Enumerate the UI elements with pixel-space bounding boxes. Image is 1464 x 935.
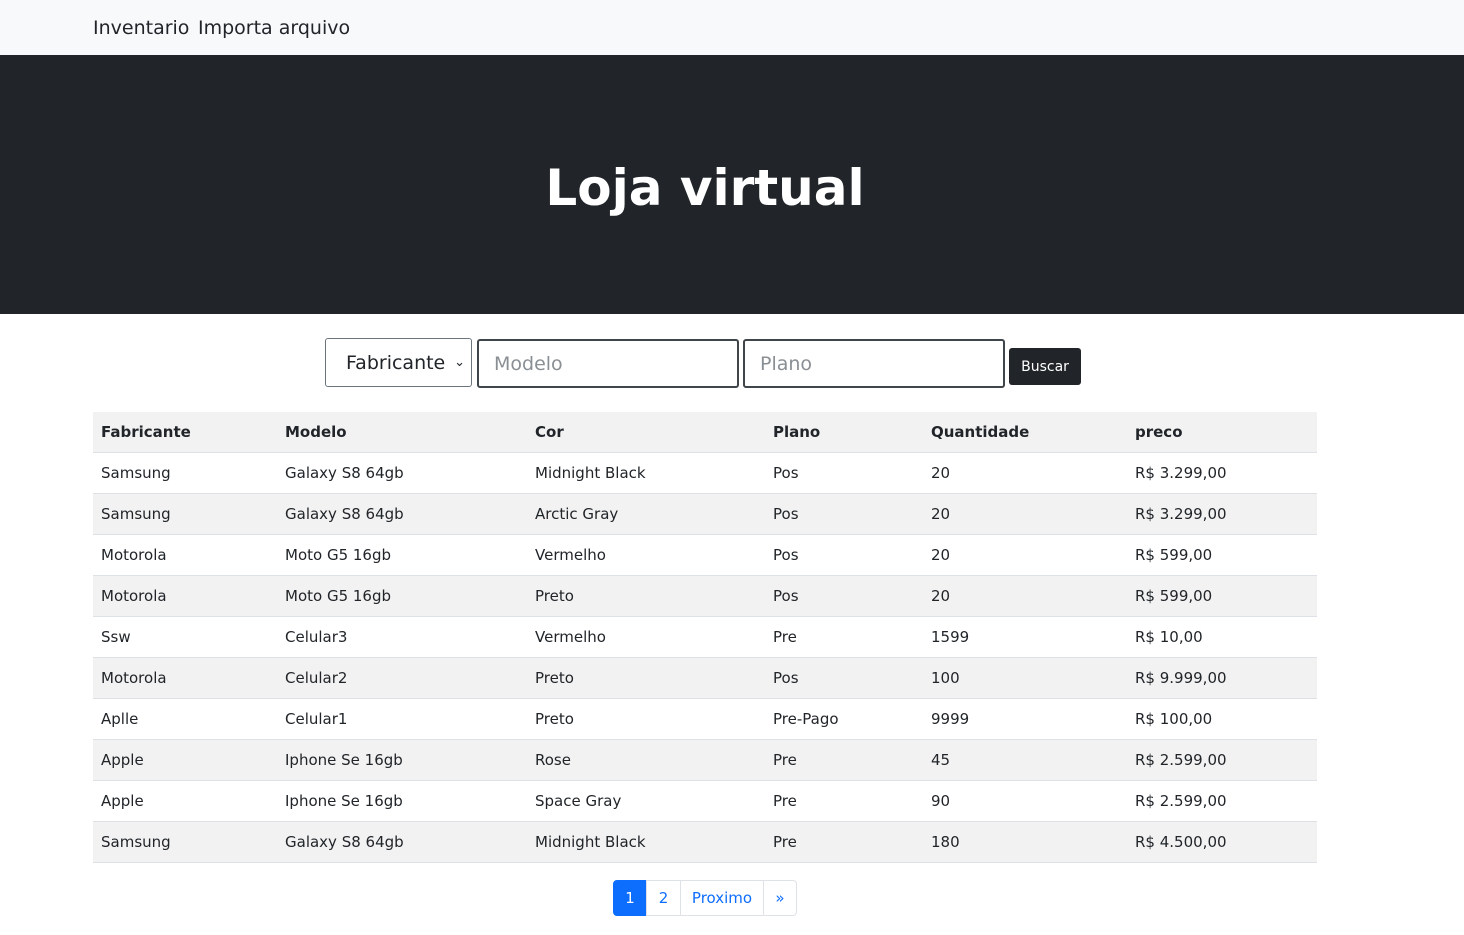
last-page-link[interactable]: »: [763, 880, 797, 916]
table-cell: Apple: [93, 739, 277, 781]
table-cell: R$ 2.599,00: [1127, 780, 1317, 822]
table-cell: Iphone Se 16gb: [277, 780, 527, 822]
table-cell: R$ 9.999,00: [1127, 657, 1317, 699]
table-cell: Motorola: [93, 534, 277, 576]
table-cell: R$ 10,00: [1127, 616, 1317, 658]
inventory-table: Fabricante Modelo Cor Plano Quantidade preco …: [93, 412, 1317, 863]
table-cell: R$ 4.500,00: [1127, 821, 1317, 863]
column-header: Quantidade: [923, 412, 1127, 453]
plano-input[interactable]: [743, 339, 1005, 388]
table-cell: 1599: [923, 616, 1127, 658]
table-cell: 180: [923, 821, 1127, 863]
table-cell: Celular2: [277, 657, 527, 699]
table-row: Ssw Celular3 Vermelho Pre 1599 R$ 10,00: [93, 616, 1317, 658]
table-cell: 45: [923, 739, 1127, 781]
table-cell: Galaxy S8 64gb: [277, 452, 527, 494]
table-cell: Celular3: [277, 616, 527, 658]
nav-link-inventario[interactable]: Inventario: [93, 15, 189, 41]
table-cell: Pos: [765, 534, 923, 576]
table-cell: Midnight Black: [527, 821, 765, 863]
table-cell: Space Gray: [527, 780, 765, 822]
table-cell: Pos: [765, 452, 923, 494]
page-1-link[interactable]: 1: [613, 880, 647, 916]
table-header-row: Fabricante Modelo Cor Plano Quantidade preco: [93, 412, 1317, 453]
table-cell: Moto G5 16gb: [277, 575, 527, 617]
column-header: Fabricante: [93, 412, 277, 453]
table-cell: Pre: [765, 739, 923, 781]
table-cell: 20: [923, 493, 1127, 535]
table-cell: Celular1: [277, 698, 527, 740]
table-cell: 20: [923, 452, 1127, 494]
table-cell: Preto: [527, 575, 765, 617]
table-cell: Pre-Pago: [765, 698, 923, 740]
table-row: Samsung Galaxy S8 64gb Arctic Gray Pos 20 R$ …: [93, 493, 1317, 535]
table-cell: Pre: [765, 780, 923, 822]
pagination: 1 2 Proximo »: [613, 880, 797, 916]
table-cell: 20: [923, 575, 1127, 617]
table-cell: Pre: [765, 821, 923, 863]
table-cell: Apple: [93, 780, 277, 822]
table-cell: R$ 599,00: [1127, 575, 1317, 617]
nav-link-importa-arquivo[interactable]: Importa arquivo: [198, 15, 350, 41]
table-row: Samsung Galaxy S8 64gb Midnight Black Pos 20…: [93, 452, 1317, 494]
column-header: Cor: [527, 412, 765, 453]
table-cell: 90: [923, 780, 1127, 822]
table-cell: 9999: [923, 698, 1127, 740]
table-cell: 100: [923, 657, 1127, 699]
table-cell: Preto: [527, 657, 765, 699]
table-row: Samsung Galaxy S8 64gb Midnight Black Pre 18…: [93, 821, 1317, 863]
table-cell: Moto G5 16gb: [277, 534, 527, 576]
table-cell: Vermelho: [527, 616, 765, 658]
table-cell: Samsung: [93, 821, 277, 863]
table-cell: Pos: [765, 575, 923, 617]
table-cell: Midnight Black: [527, 452, 765, 494]
table-cell: Rose: [527, 739, 765, 781]
table-row: Motorola Moto G5 16gb Vermelho Pos 20 R$ 599,…: [93, 534, 1317, 576]
buscar-button[interactable]: Buscar: [1009, 348, 1081, 385]
table-cell: Samsung: [93, 452, 277, 494]
table-cell: R$ 3.299,00: [1127, 493, 1317, 535]
table-cell: R$ 2.599,00: [1127, 739, 1317, 781]
table-cell: R$ 599,00: [1127, 534, 1317, 576]
table-cell: Samsung: [93, 493, 277, 535]
table-cell: Galaxy S8 64gb: [277, 821, 527, 863]
table-cell: Galaxy S8 64gb: [277, 493, 527, 535]
fabricante-select-value: Fabricante: [346, 352, 446, 374]
table-cell: Preto: [527, 698, 765, 740]
table-cell: Pre: [765, 616, 923, 658]
table-cell: Pos: [765, 493, 923, 535]
modelo-input[interactable]: [477, 339, 739, 388]
next-page-link[interactable]: Proximo: [680, 880, 764, 916]
table-cell: R$ 3.299,00: [1127, 452, 1317, 494]
table-row: Apple Iphone Se 16gb Rose Pre 45 R$ 2.599,00: [93, 739, 1317, 781]
search-form: Fabricante ⌄ Buscar: [0, 338, 1464, 388]
table-cell: Pos: [765, 657, 923, 699]
table-cell: Ssw: [93, 616, 277, 658]
table-row: Apple Iphone Se 16gb Space Gray Pre 90 R$ 2.5…: [93, 780, 1317, 822]
navbar: Inventario Importa arquivo: [0, 0, 1464, 55]
table-body: Samsung Galaxy S8 64gb Midnight Black Pos 20…: [93, 452, 1317, 863]
page-title: Loja virtual: [545, 159, 865, 217]
column-header: Plano: [765, 412, 923, 453]
table-row: Motorola Moto G5 16gb Preto Pos 20 R$ 599,00: [93, 575, 1317, 617]
hero-banner: Loja virtual: [0, 55, 1464, 314]
table-cell: Arctic Gray: [527, 493, 765, 535]
column-header: preco: [1127, 412, 1317, 453]
table-row: Aplle Celular1 Preto Pre-Pago 9999 R$ 100,00: [93, 698, 1317, 740]
fabricante-select[interactable]: Fabricante ⌄: [325, 338, 472, 387]
table-cell: 20: [923, 534, 1127, 576]
chevron-down-icon: ⌄: [454, 355, 465, 370]
column-header: Modelo: [277, 412, 527, 453]
table-cell: Aplle: [93, 698, 277, 740]
table-cell: Motorola: [93, 657, 277, 699]
table-row: Motorola Celular2 Preto Pos 100 R$ 9.999,00: [93, 657, 1317, 699]
table-cell: R$ 100,00: [1127, 698, 1317, 740]
table-cell: Motorola: [93, 575, 277, 617]
page-2-link[interactable]: 2: [646, 880, 681, 916]
table-cell: Vermelho: [527, 534, 765, 576]
table-cell: Iphone Se 16gb: [277, 739, 527, 781]
